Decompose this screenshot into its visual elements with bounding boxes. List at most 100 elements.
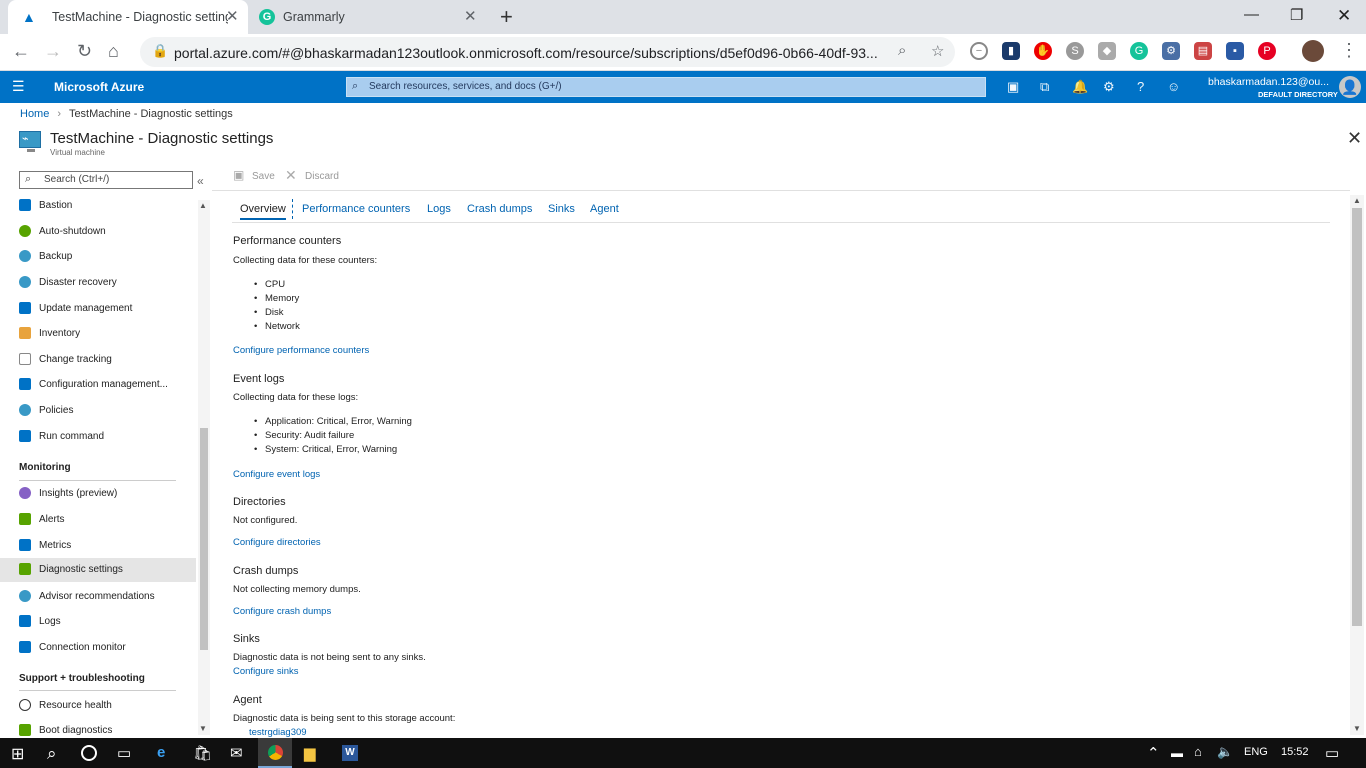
tab-crash-dumps[interactable]: Crash dumps	[467, 203, 532, 215]
sidebar-item-policies[interactable]: Policies	[0, 399, 196, 423]
help-icon[interactable]: ?	[1137, 79, 1144, 94]
user-name[interactable]: bhaskarmadan.123@ou...	[1208, 76, 1329, 88]
configure-crash-dumps-link[interactable]: Configure crash dumps	[233, 606, 331, 617]
sidebar-item-connection-monitor[interactable]: Connection monitor	[0, 636, 196, 660]
scroll-down-icon[interactable]: ▼	[1353, 724, 1361, 733]
sidebar-item-run-command[interactable]: Run command	[0, 425, 196, 449]
main-scroll-thumb[interactable]	[1352, 208, 1362, 626]
sidebar-item-update-management[interactable]: Update management	[0, 297, 196, 321]
sidebar-item-diagnostic-settings[interactable]: Diagnostic settings	[0, 558, 196, 582]
azure-brand[interactable]: Microsoft Azure	[54, 80, 144, 94]
file-explorer-icon[interactable]: ▆	[304, 744, 316, 762]
extension-icon[interactable]: ▪	[1226, 42, 1244, 60]
sidebar-item-insights[interactable]: Insights (preview)	[0, 482, 196, 506]
sidebar-item-alerts[interactable]: Alerts	[0, 508, 196, 532]
browser-menu-icon[interactable]: ⋮	[1340, 40, 1358, 61]
extension-icon[interactable]: ◆	[1098, 42, 1116, 60]
tab-agent[interactable]: Agent	[590, 203, 619, 215]
sidebar-item-advisor-recommendations[interactable]: Advisor recommendations	[0, 585, 196, 609]
edge-icon[interactable]: e	[157, 744, 165, 761]
azure-search-input[interactable]: ⌕ Search resources, services, and docs (…	[346, 77, 986, 97]
restore-icon[interactable]: ❐	[1290, 6, 1303, 24]
close-tab-icon[interactable]: ✕	[464, 7, 477, 25]
word-icon[interactable]: W	[342, 745, 358, 761]
configure-sinks-link[interactable]: Configure sinks	[233, 666, 298, 677]
battery-icon[interactable]: ▬	[1171, 746, 1183, 760]
sidebar-item-disaster-recovery[interactable]: Disaster recovery	[0, 271, 196, 295]
chrome-taskbar-icon[interactable]	[258, 738, 292, 768]
language-indicator[interactable]: ENG	[1244, 746, 1268, 758]
scroll-up-icon[interactable]: ▲	[1353, 196, 1361, 205]
windows-start-icon[interactable]: ⊞	[11, 744, 24, 764]
address-bar[interactable]: 🔒 portal.azure.com/#@bhaskarmadan123outl…	[140, 37, 955, 67]
tab-overview[interactable]: Overview	[240, 203, 286, 220]
window-close-icon[interactable]: ✕	[1337, 6, 1351, 26]
tab-performance-counters[interactable]: Performance counters	[302, 203, 410, 215]
close-tab-icon[interactable]: ✕	[226, 7, 239, 25]
discard-button[interactable]: Discard	[305, 171, 339, 182]
sidebar-item-bastion[interactable]: Bastion	[0, 194, 196, 218]
extension-icon[interactable]: S	[1066, 42, 1084, 60]
sidebar-item-logs[interactable]: Logs	[0, 610, 196, 634]
profile-avatar[interactable]	[1302, 40, 1324, 62]
zoom-icon[interactable]: ⌕	[898, 42, 906, 59]
sidebar-item-resource-health[interactable]: Resource health	[0, 694, 196, 718]
sidebar-item-backup[interactable]: Backup	[0, 245, 196, 269]
network-icon[interactable]: ⌂	[1194, 744, 1202, 759]
collapse-sidebar-icon[interactable]: «	[197, 174, 204, 188]
search-icon[interactable]: ⌕	[47, 744, 57, 764]
minimize-icon[interactable]: —	[1244, 6, 1259, 23]
settings-gear-icon[interactable]: ⚙	[1103, 79, 1115, 95]
clock-time[interactable]: 15:52	[1281, 746, 1309, 758]
mail-icon[interactable]: ✉	[230, 744, 243, 762]
sidebar-scroll-thumb[interactable]	[200, 428, 208, 650]
home-icon[interactable]: ⌂	[108, 41, 119, 62]
directory-filter-icon[interactable]: ⧉	[1040, 79, 1049, 95]
reload-icon[interactable]: ↻	[77, 41, 92, 62]
configure-performance-counters-link[interactable]: Configure performance counters	[233, 345, 369, 356]
configure-directories-link[interactable]: Configure directories	[233, 537, 321, 548]
tab-logs[interactable]: Logs	[427, 203, 451, 215]
notifications-icon[interactable]: 🔔	[1072, 79, 1088, 95]
browser-tab-grammarly[interactable]: G Grammarly ✕	[248, 0, 488, 34]
sidebar-item-auto-shutdown[interactable]: Auto-shutdown	[0, 220, 196, 244]
cortana-icon[interactable]	[81, 745, 97, 761]
tab-sinks[interactable]: Sinks	[548, 203, 575, 215]
configure-event-logs-link[interactable]: Configure event logs	[233, 469, 320, 480]
extension-icon[interactable]: P	[1258, 42, 1276, 60]
user-avatar[interactable]: 👤	[1339, 76, 1361, 98]
new-tab-button[interactable]: +	[500, 4, 513, 30]
breadcrumb-home[interactable]: Home	[20, 108, 49, 120]
extension-icon[interactable]: ⚙	[1162, 42, 1180, 60]
sidebar-search-input[interactable]: ⌕ Search (Ctrl+/)	[19, 171, 193, 189]
back-icon[interactable]: ←	[12, 41, 30, 62]
performance-counters-description: Collecting data for these counters:	[233, 255, 378, 266]
store-icon[interactable]: 🛍	[193, 744, 212, 762]
save-button[interactable]: Save	[252, 171, 275, 182]
sidebar-item-configuration-management[interactable]: Configuration management...	[0, 373, 196, 397]
cloud-shell-icon[interactable]: ▣	[1007, 79, 1019, 95]
browser-tab-azure[interactable]: ▲ TestMachine - Diagnostic setting ✕	[8, 0, 248, 34]
task-view-icon[interactable]: ▭	[117, 744, 131, 762]
sidebar-item-change-tracking[interactable]: Change tracking	[0, 348, 196, 372]
tab-title: Grammarly	[283, 10, 345, 24]
volume-icon[interactable]: 🔈	[1217, 744, 1233, 760]
tray-overflow-icon[interactable]: ⌃	[1147, 744, 1160, 762]
extension-icon[interactable]: −	[970, 42, 988, 60]
tab-divider	[292, 199, 293, 219]
scroll-up-icon[interactable]: ▲	[199, 201, 207, 210]
extension-icon[interactable]: ✋	[1034, 42, 1052, 60]
close-icon[interactable]: ✕	[1347, 128, 1362, 149]
storage-account-link[interactable]: testrgdiag309	[249, 727, 307, 738]
forward-icon[interactable]: →	[44, 41, 62, 62]
action-center-icon[interactable]: ▭	[1325, 744, 1339, 762]
hamburger-menu-icon[interactable]: ☰	[12, 78, 25, 95]
extension-icon[interactable]: ▤	[1194, 42, 1212, 60]
sidebar-item-metrics[interactable]: Metrics	[0, 534, 196, 558]
bookmark-star-icon[interactable]: ☆	[931, 42, 944, 60]
extension-icon[interactable]: G	[1130, 42, 1148, 60]
feedback-smiley-icon[interactable]: ☺	[1167, 79, 1180, 94]
sidebar-item-inventory[interactable]: Inventory	[0, 322, 196, 346]
scroll-down-icon[interactable]: ▼	[199, 724, 207, 733]
extension-icon[interactable]: ▮	[1002, 42, 1020, 60]
